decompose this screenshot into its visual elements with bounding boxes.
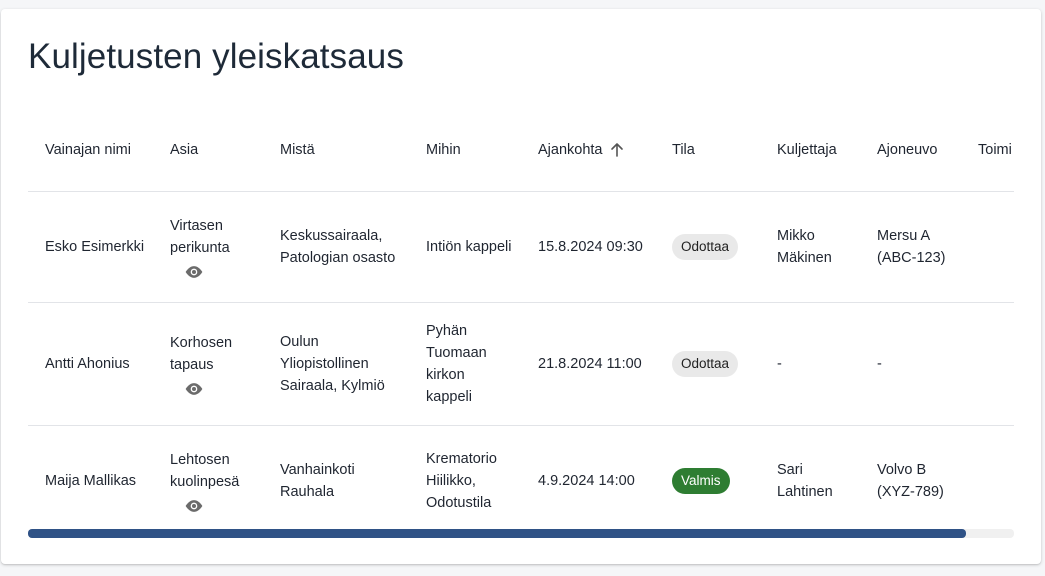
column-header-label: Mihin: [426, 141, 461, 158]
cell-to: Pyhän Tuomaan kirkon kappeli: [409, 302, 521, 426]
cell-to: Intiön kappeli: [409, 191, 521, 303]
cell-name: Antti Ahonius: [28, 302, 153, 426]
cell-driver: -: [760, 302, 860, 426]
column-header-driver[interactable]: Kuljettaja: [760, 109, 860, 192]
column-header-case[interactable]: Asia: [153, 109, 263, 192]
cell-time: 4.9.2024 14:00: [538, 473, 635, 489]
transport-overview-card: Kuljetusten yleiskatsaus Vainajan nimi A…: [1, 9, 1041, 564]
column-header-label: Asia: [170, 141, 199, 158]
transport-table: Vainajan nimi Asia Mistä Mihin Ajankohta…: [28, 109, 1014, 529]
eye-icon[interactable]: [184, 265, 204, 279]
column-header-from[interactable]: Mistä: [263, 109, 409, 192]
cell-vehicle: Mersu A (ABC-123): [860, 191, 961, 303]
case-label: Virtasen perikunta: [170, 218, 230, 256]
cell-actions: [961, 191, 1014, 303]
cell-case: Lehtosen kuolinpesä: [153, 426, 263, 530]
cell-name: Esko Esimerkki: [28, 191, 153, 303]
column-header-label: Kuljettaja: [777, 141, 837, 158]
column-header-name[interactable]: Vainajan nimi: [28, 109, 153, 192]
arrow-up-icon[interactable]: [609, 142, 625, 158]
column-header-label: Ajankohta: [538, 141, 603, 158]
column-header-label: Mistä: [280, 141, 315, 158]
scrollbar-thumb[interactable]: [28, 529, 966, 538]
column-header-actions[interactable]: Toimi: [961, 109, 1014, 192]
eye-icon[interactable]: [184, 382, 204, 396]
column-header-label: Vainajan nimi: [45, 141, 131, 158]
column-header-status[interactable]: Tila: [655, 109, 760, 192]
cell-name: Maija Mallikas: [45, 473, 137, 489]
case-label: Lehtosen kuolinpesä: [170, 452, 240, 490]
eye-icon[interactable]: [184, 499, 204, 513]
cell-from: Oulun Yliopistollinen Sairaala, Kylmiö: [263, 302, 409, 426]
cell-time: 21.8.2024 11:00: [521, 302, 655, 426]
column-header-label: Ajoneuvo: [877, 141, 938, 158]
cell-vehicle: Volvo B (XYZ-789): [877, 462, 944, 500]
cell-status: Valmis: [655, 426, 760, 530]
table-row[interactable]: Maija Mallikas Lehtosen kuolinpesä Vanha…: [28, 426, 1014, 530]
cell-from: Vanhainkoti Rauhala: [280, 462, 355, 500]
cell-actions: [961, 426, 1014, 530]
cell-driver: Sari Lahtinen: [777, 462, 833, 500]
page-title: Kuljetusten yleiskatsaus: [28, 37, 404, 76]
status-badge: Odottaa: [672, 234, 739, 260]
cell-from: Keskussairaala, Patologian osasto: [263, 191, 409, 303]
sort-label-wrap: Ajankohta: [538, 137, 625, 164]
cell-driver: Mikko Mäkinen: [760, 191, 860, 303]
cell-case: Virtasen perikunta: [153, 191, 263, 303]
column-header-label: Tila: [672, 141, 695, 158]
case-label: Korhosen tapaus: [170, 335, 233, 373]
cell-status: Odottaa: [655, 302, 760, 426]
cell-case: Korhosen tapaus: [153, 302, 263, 426]
table-header-row: Vainajan nimi Asia Mistä Mihin Ajankohta…: [28, 109, 1014, 192]
cell-status: Odottaa: [655, 191, 760, 303]
column-header-to[interactable]: Mihin: [409, 109, 521, 192]
cell-to: Krematorio Hiilikko, Odotustila: [426, 451, 497, 511]
cell-vehicle: -: [860, 302, 961, 426]
cell-actions: [961, 302, 1014, 426]
cell-time: 15.8.2024 09:30: [521, 191, 655, 303]
column-header-vehicle[interactable]: Ajoneuvo: [860, 109, 961, 192]
horizontal-scrollbar[interactable]: [28, 529, 1014, 538]
status-badge: Valmis: [672, 468, 730, 494]
column-header-time[interactable]: Ajankohta: [521, 109, 655, 192]
table-row[interactable]: Esko Esimerkki Virtasen perikunta Keskus…: [28, 191, 1014, 303]
transport-table-container[interactable]: Vainajan nimi Asia Mistä Mihin Ajankohta…: [28, 109, 1014, 529]
column-header-label: Toimi: [978, 141, 1012, 158]
status-badge: Odottaa: [672, 351, 739, 377]
table-row[interactable]: Antti Ahonius Korhosen tapaus Oulun Ylio…: [28, 302, 1014, 426]
